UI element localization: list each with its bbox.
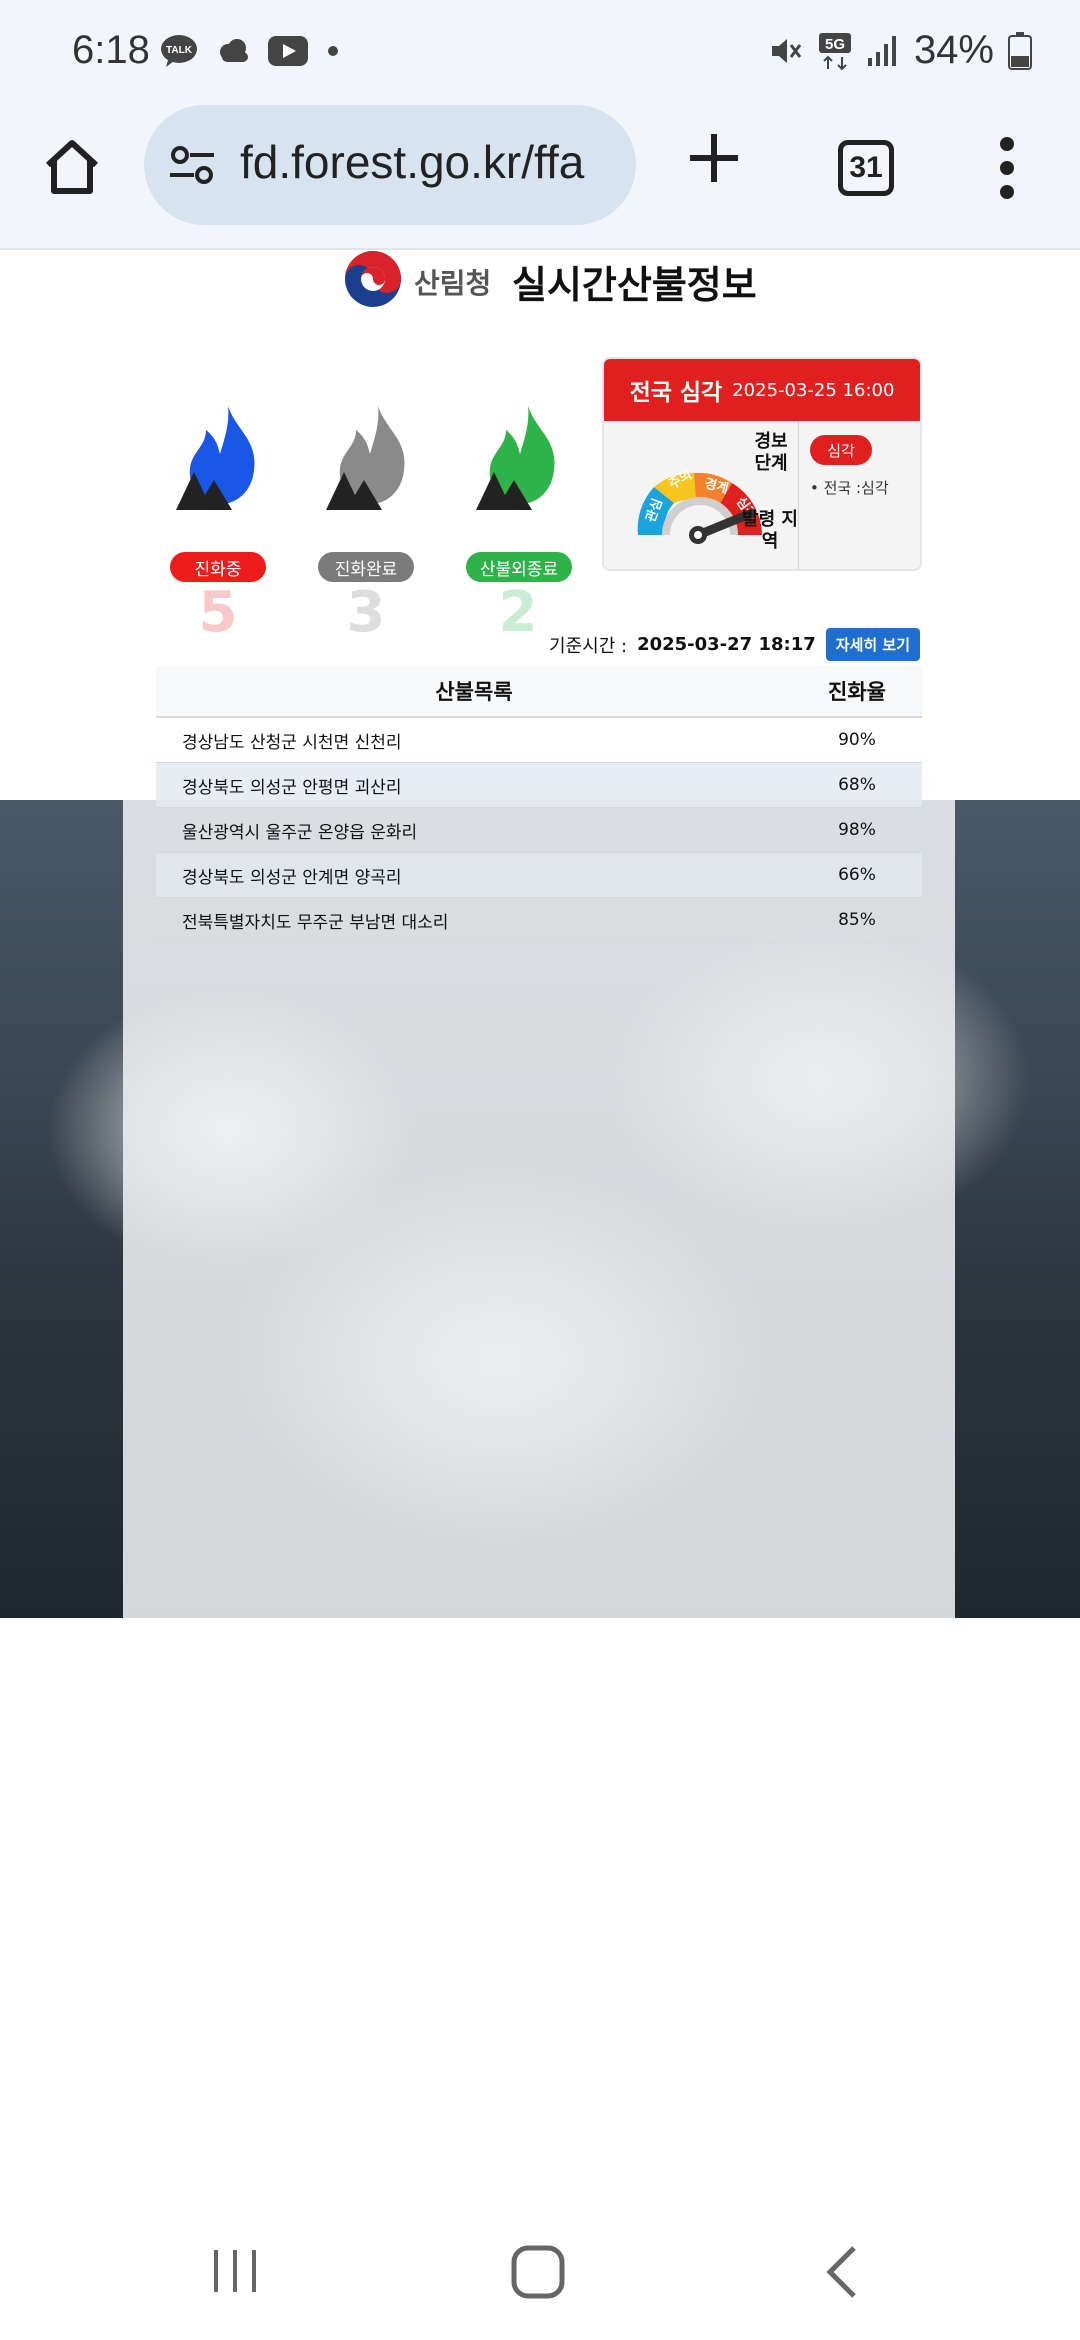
- battery-percent: 34%: [913, 28, 994, 72]
- containment-rate: 90%: [838, 730, 876, 750]
- table-row[interactable]: 경상남도 산청군 시천면 신천리 90%: [156, 718, 922, 763]
- status-bar: 6:18 TALK 5G 34%: [0, 0, 1080, 100]
- alert-datetime: 2025-03-25 16:00: [732, 379, 895, 401]
- browser-toolbar: fd.forest.go.kr/ffa 31: [0, 100, 1080, 250]
- org-name[interactable]: 산림청: [414, 262, 491, 302]
- alert-level-badge: 심각: [810, 435, 872, 465]
- site-header: 산림청 실시간산불정보: [0, 250, 1080, 310]
- containment-rate: 98%: [838, 820, 876, 840]
- fire-location[interactable]: 전북특별자치도 무주군 부남면 대소리: [156, 908, 792, 933]
- fire-list-table: 산불목록 진화율 경상남도 산청군 시천면 신천리 90% 경상북도 의성군 안…: [156, 666, 922, 943]
- home-icon[interactable]: [40, 135, 104, 199]
- korea-forest-service-logo-icon[interactable]: [344, 250, 402, 308]
- page-title: 실시간산불정보: [512, 263, 757, 307]
- reference-time-value: 2025-03-27 18:17: [637, 634, 816, 655]
- site-settings-icon[interactable]: [168, 145, 216, 185]
- new-tab-icon[interactable]: [686, 130, 742, 186]
- back-icon[interactable]: [822, 2244, 862, 2300]
- status-pill-other-ended[interactable]: 산불외종료: [466, 552, 572, 582]
- battery-icon: [1008, 31, 1032, 70]
- youtube-icon: [268, 36, 308, 66]
- count-active: 5: [198, 580, 238, 645]
- containment-rate: 66%: [838, 865, 876, 885]
- containment-rate: 68%: [838, 775, 876, 795]
- reference-time-label: 기준시간 :: [549, 635, 628, 657]
- mute-icon: [771, 38, 802, 63]
- alert-divider: [798, 421, 799, 569]
- fire-location[interactable]: 경상남도 산청군 시천면 신천리: [156, 728, 792, 753]
- recent-apps-icon[interactable]: [210, 2246, 260, 2296]
- alert-header: 전국 심각 2025-03-25 16:00: [604, 359, 920, 421]
- alert-level-panel: 전국 심각 2025-03-25 16:00 관심 주의 경계 심각 경보 단계…: [602, 357, 922, 571]
- table-row[interactable]: 울산광역시 울주군 온양읍 운화리 98%: [156, 808, 922, 853]
- fire-other-ended-icon: [476, 406, 555, 510]
- notification-icons: TALK: [160, 34, 340, 68]
- kakaotalk-icon: TALK: [161, 35, 197, 67]
- count-extinguished: 3: [346, 580, 386, 645]
- system-nav-bar: [0, 2220, 1080, 2340]
- cloud-icon: [220, 39, 248, 62]
- status-pill-active[interactable]: 진화중: [170, 552, 266, 582]
- status-pill-extinguished[interactable]: 진화완료: [318, 552, 414, 582]
- svg-text:5G: 5G: [825, 36, 845, 53]
- url-text[interactable]: fd.forest.go.kr/ffa: [240, 135, 584, 189]
- fire-extinguished-icon: [326, 406, 405, 510]
- home-nav-icon[interactable]: [510, 2244, 566, 2300]
- table-row[interactable]: 경상북도 의성군 안평면 괴산리 68%: [156, 763, 922, 808]
- alert-level-region: • 전국 :심각: [810, 479, 889, 497]
- fire-location[interactable]: 경상북도 의성군 안평면 괴산리: [156, 773, 792, 798]
- status-right: 5G 34%: [768, 28, 1032, 73]
- table-row[interactable]: 경상북도 의성군 안계면 양곡리 66%: [156, 853, 922, 898]
- count-other-ended: 2: [498, 580, 538, 645]
- network-5g-icon: 5G: [818, 32, 851, 70]
- col-containment-rate: 진화율: [828, 680, 886, 704]
- table-row[interactable]: 전북특별자치도 무주군 부남면 대소리 85%: [156, 898, 922, 943]
- address-bar[interactable]: fd.forest.go.kr/ffa: [144, 105, 636, 225]
- containment-rate: 85%: [838, 910, 876, 930]
- dot-icon: [328, 46, 338, 56]
- fire-active-icon: [176, 406, 255, 510]
- reference-time-row: 기준시간 : 2025-03-27 18:17 자세히 보기: [549, 628, 920, 661]
- alert-headline: 전국 심각: [629, 380, 723, 406]
- col-fire-list: 산불목록: [435, 680, 513, 704]
- signal-icon: [867, 35, 896, 66]
- gauge-center-label: 발령 지역: [742, 509, 798, 552]
- alert-body: 관심 주의 경계 심각 경보 단계 발령 지역 심각 • 전국 :심각: [604, 421, 920, 569]
- alert-level-label: 경보 단계: [754, 431, 788, 474]
- status-time: 6:18: [72, 28, 150, 72]
- fire-location[interactable]: 경상북도 의성군 안계면 양곡리: [156, 863, 792, 888]
- svg-text:TALK: TALK: [166, 45, 193, 56]
- fire-location[interactable]: 울산광역시 울주군 온양읍 운화리: [156, 818, 792, 843]
- tab-switcher-button[interactable]: 31: [838, 140, 894, 196]
- more-menu-icon[interactable]: [992, 136, 1022, 200]
- detail-view-button[interactable]: 자세히 보기: [825, 628, 920, 661]
- table-header: 산불목록 진화율: [156, 666, 922, 718]
- alert-level-region-text: 전국 :심각: [823, 479, 889, 497]
